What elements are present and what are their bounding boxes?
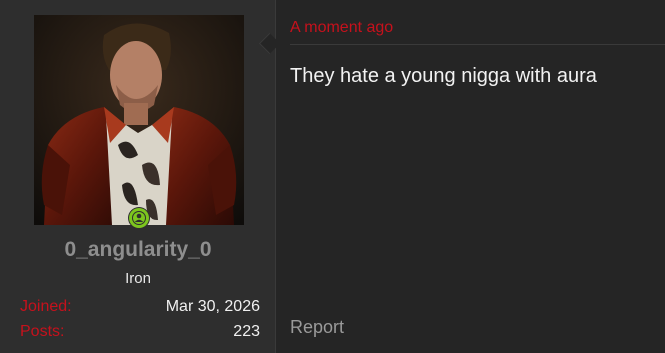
post-message: They hate a young nigga with aura	[290, 65, 597, 87]
post-header: A moment ago	[290, 18, 665, 45]
author-panel: 0_angularity_0 Iron Joined: Mar 30, 2026…	[0, 0, 276, 353]
avatar[interactable]	[34, 15, 244, 225]
post-timestamp[interactable]: A moment ago	[290, 19, 393, 36]
username[interactable]: 0_angularity_0	[0, 238, 276, 262]
avatar-image	[34, 15, 244, 225]
stat-label-joined: Joined:	[20, 298, 72, 315]
user-online-icon	[129, 208, 149, 228]
user-title: Iron	[125, 270, 151, 287]
report-link[interactable]: Report	[290, 317, 344, 338]
stat-value-posts: 223	[233, 323, 260, 340]
forum-post: 0_angularity_0 Iron Joined: Mar 30, 2026…	[0, 0, 665, 353]
stat-label-posts: Posts:	[20, 323, 65, 340]
stat-value-joined: Mar 30, 2026	[165, 298, 260, 315]
online-status-badge	[128, 207, 150, 229]
